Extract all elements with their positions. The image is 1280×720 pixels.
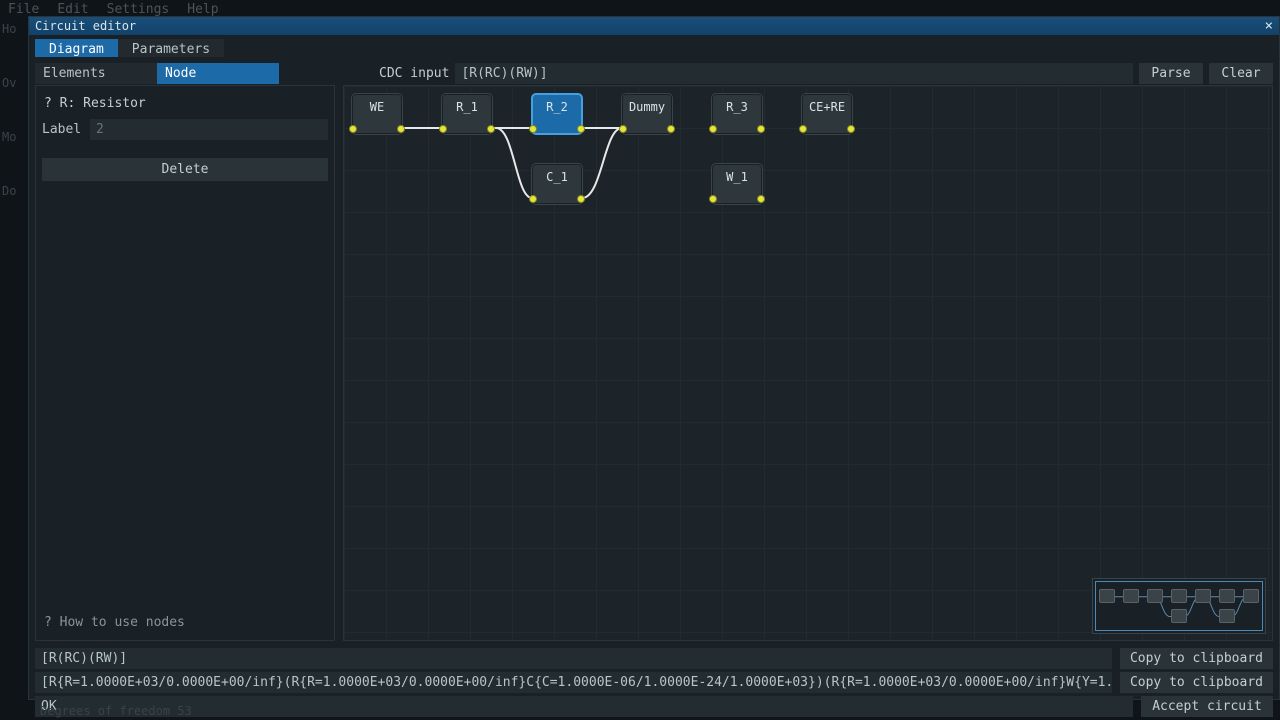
node-Dummy[interactable]: Dummy <box>622 94 672 134</box>
label-label: Label <box>42 122 84 137</box>
minimap[interactable] <box>1092 578 1266 634</box>
subtab-node[interactable]: Node <box>157 63 279 84</box>
node-R_1[interactable]: R_1 <box>442 94 492 134</box>
port-in-icon[interactable] <box>529 195 537 203</box>
label-input[interactable] <box>90 119 328 140</box>
parse-button[interactable]: Parse <box>1139 63 1203 84</box>
copy-expanded-button[interactable]: Copy to clipboard <box>1120 672 1273 693</box>
port-in-icon[interactable] <box>349 125 357 133</box>
side-panel: ? R: Resistor Label Delete ? How to use … <box>35 85 335 641</box>
grid <box>344 86 1272 640</box>
accept-circuit-button[interactable]: Accept circuit <box>1141 696 1273 717</box>
port-out-icon[interactable] <box>397 125 405 133</box>
port-in-icon[interactable] <box>529 125 537 133</box>
copy-cdc-button[interactable]: Copy to clipboard <box>1120 648 1273 669</box>
node-W_1[interactable]: W_1 <box>712 164 762 204</box>
port-in-icon[interactable] <box>799 125 807 133</box>
tab-diagram[interactable]: Diagram <box>35 39 118 57</box>
node-type-header: ? R: Resistor <box>44 96 328 111</box>
port-in-icon[interactable] <box>619 125 627 133</box>
node-canvas[interactable]: WE R_1 R_2 Dummy R_3 CE+RE C_1 W_1 <box>343 85 1273 641</box>
help-text[interactable]: ? How to use nodes <box>42 611 328 634</box>
window-title: Circuit editor <box>35 19 136 33</box>
background-panel: Ho Ov Mo Do <box>0 18 28 242</box>
node-C_1[interactable]: C_1 <box>532 164 582 204</box>
status-text: OK <box>35 696 1133 717</box>
port-in-icon[interactable] <box>709 125 717 133</box>
node-WE[interactable]: WE <box>352 94 402 134</box>
bottom-panel: [R(RC)(RW)] Copy to clipboard [R{R=1.000… <box>29 647 1279 717</box>
port-out-icon[interactable] <box>667 125 675 133</box>
port-out-icon[interactable] <box>847 125 855 133</box>
port-out-icon[interactable] <box>577 195 585 203</box>
node-R_2[interactable]: R_2 <box>532 94 582 134</box>
subtab-elements[interactable]: Elements <box>35 63 157 84</box>
output-expanded: [R{R=1.0000E+03/0.0000E+00/inf}(R{R=1.00… <box>35 672 1112 693</box>
toolbar: Elements Node CDC input Parse Clear <box>29 61 1279 85</box>
main-tabs: Diagram Parameters <box>29 35 1279 57</box>
cdc-input[interactable] <box>455 63 1133 84</box>
port-out-icon[interactable] <box>487 125 495 133</box>
close-icon[interactable]: × <box>1265 19 1273 33</box>
clear-button[interactable]: Clear <box>1209 63 1273 84</box>
titlebar[interactable]: Circuit editor × <box>29 17 1279 35</box>
output-cdc: [R(RC)(RW)] <box>35 648 1112 669</box>
port-out-icon[interactable] <box>757 195 765 203</box>
port-out-icon[interactable] <box>577 125 585 133</box>
footer-text: Degrees of freedom 53 <box>40 704 192 718</box>
circuit-editor-window: Circuit editor × Diagram Parameters Elem… <box>28 16 1280 700</box>
node-CE+RE[interactable]: CE+RE <box>802 94 852 134</box>
tab-parameters[interactable]: Parameters <box>118 39 224 57</box>
port-out-icon[interactable] <box>757 125 765 133</box>
port-in-icon[interactable] <box>439 125 447 133</box>
delete-button[interactable]: Delete <box>42 158 328 181</box>
cdc-label: CDC input <box>379 66 449 81</box>
node-R_3[interactable]: R_3 <box>712 94 762 134</box>
port-in-icon[interactable] <box>709 195 717 203</box>
subtabs: Elements Node <box>35 63 311 84</box>
